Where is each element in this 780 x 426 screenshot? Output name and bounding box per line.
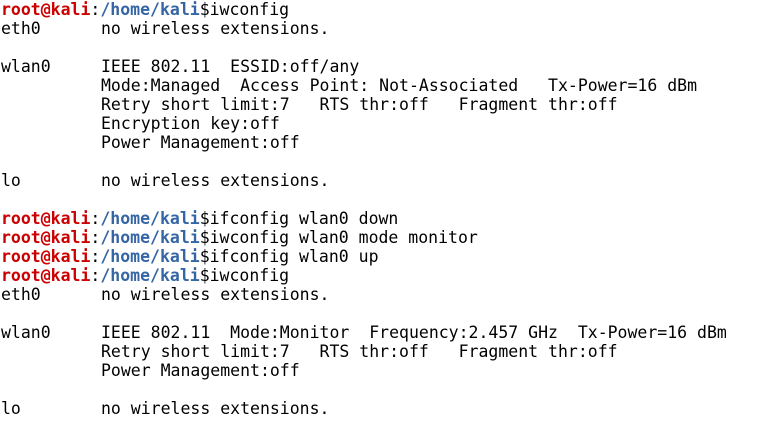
- output-line: wlan0 IEEE 802.11 ESSID:off/any: [1, 57, 780, 76]
- output-line: eth0 no wireless extensions.: [1, 19, 780, 38]
- command-text: ifconfig wlan0 up: [209, 247, 379, 266]
- interface-info: Power Management:off: [101, 361, 300, 380]
- prompt-line-3: root@kali:/home/kali$iwconfig wlan0 mode…: [1, 228, 780, 247]
- output-line: wlan0 IEEE 802.11 Mode:Monitor Frequency:…: [1, 323, 780, 342]
- prompt-line-5: root@kali:/home/kali$iwconfig: [1, 266, 780, 285]
- prompt-path: /home/kali: [100, 266, 200, 285]
- output-line: Power Management:off: [1, 133, 780, 152]
- interface-info: Retry short limit:7 RTS thr:off Fragment…: [101, 342, 618, 361]
- interface-name: lo: [1, 399, 21, 418]
- output-line: lo no wireless extensions.: [1, 399, 780, 418]
- prompt-user: root@kali: [1, 0, 91, 19]
- interface-info: Retry short limit:7 RTS thr:off Fragment…: [101, 95, 618, 114]
- prompt-dollar: $: [199, 228, 210, 247]
- prompt-path: /home/kali: [100, 247, 200, 266]
- interface-info: no wireless extensions.: [101, 285, 330, 304]
- output-line: Encryption key:off: [1, 114, 780, 133]
- prompt-user: root@kali: [1, 209, 91, 228]
- prompt-dollar: $: [199, 209, 210, 228]
- prompt-line-4: root@kali:/home/kali$ifconfig wlan0 up: [1, 247, 780, 266]
- prompt-path: /home/kali: [100, 228, 200, 247]
- interface-info: Encryption key:off: [101, 114, 280, 133]
- prompt-user: root@kali: [1, 228, 91, 247]
- prompt-colon: :: [90, 0, 101, 19]
- prompt-line-1: root@kali:/home/kali$iwconfig: [1, 0, 780, 19]
- interface-info: no wireless extensions.: [101, 171, 330, 190]
- interface-name: wlan0: [1, 323, 51, 342]
- output-line: Retry short limit:7 RTS thr:off Fragment…: [1, 95, 780, 114]
- interface-name: eth0: [1, 285, 41, 304]
- interface-info: IEEE 802.11 Mode:Monitor Frequency:2.457…: [101, 323, 727, 342]
- interface-info: Power Management:off: [101, 133, 300, 152]
- interface-info: Mode:Managed Access Point: Not-Associate…: [101, 76, 698, 95]
- interface-info: no wireless extensions.: [101, 19, 330, 38]
- output-line: Mode:Managed Access Point: Not-Associate…: [1, 76, 780, 95]
- prompt-dollar: $: [199, 266, 210, 285]
- output-line: lo no wireless extensions.: [1, 171, 780, 190]
- prompt-colon: :: [90, 209, 101, 228]
- prompt-line-2: root@kali:/home/kali$ifconfig wlan0 down: [1, 209, 780, 228]
- prompt-colon: :: [90, 228, 101, 247]
- prompt-colon: :: [90, 247, 101, 266]
- interface-info: IEEE 802.11 ESSID:off/any: [101, 57, 360, 76]
- command-text: iwconfig wlan0 mode monitor: [209, 228, 478, 247]
- interface-name: eth0: [1, 19, 41, 38]
- prompt-dollar: $: [199, 0, 210, 19]
- interface-info: no wireless extensions.: [101, 399, 330, 418]
- prompt-user: root@kali: [1, 266, 91, 285]
- interface-name: lo: [1, 171, 21, 190]
- command-text: ifconfig wlan0 down: [209, 209, 399, 228]
- terminal-window[interactable]: root@kali:/home/kali$iwconfig eth0 no wir…: [0, 0, 780, 426]
- output-line: Power Management:off: [1, 361, 780, 380]
- prompt-path: /home/kali: [100, 0, 200, 19]
- output-line: eth0 no wireless extensions.: [1, 285, 780, 304]
- command-text: iwconfig: [209, 266, 290, 285]
- prompt-dollar: $: [199, 247, 210, 266]
- output-line: Retry short limit:7 RTS thr:off Fragment…: [1, 342, 780, 361]
- command-text: iwconfig: [209, 0, 290, 19]
- prompt-path: /home/kali: [100, 209, 200, 228]
- interface-name: wlan0: [1, 57, 51, 76]
- prompt-colon: :: [90, 266, 101, 285]
- prompt-user: root@kali: [1, 247, 91, 266]
